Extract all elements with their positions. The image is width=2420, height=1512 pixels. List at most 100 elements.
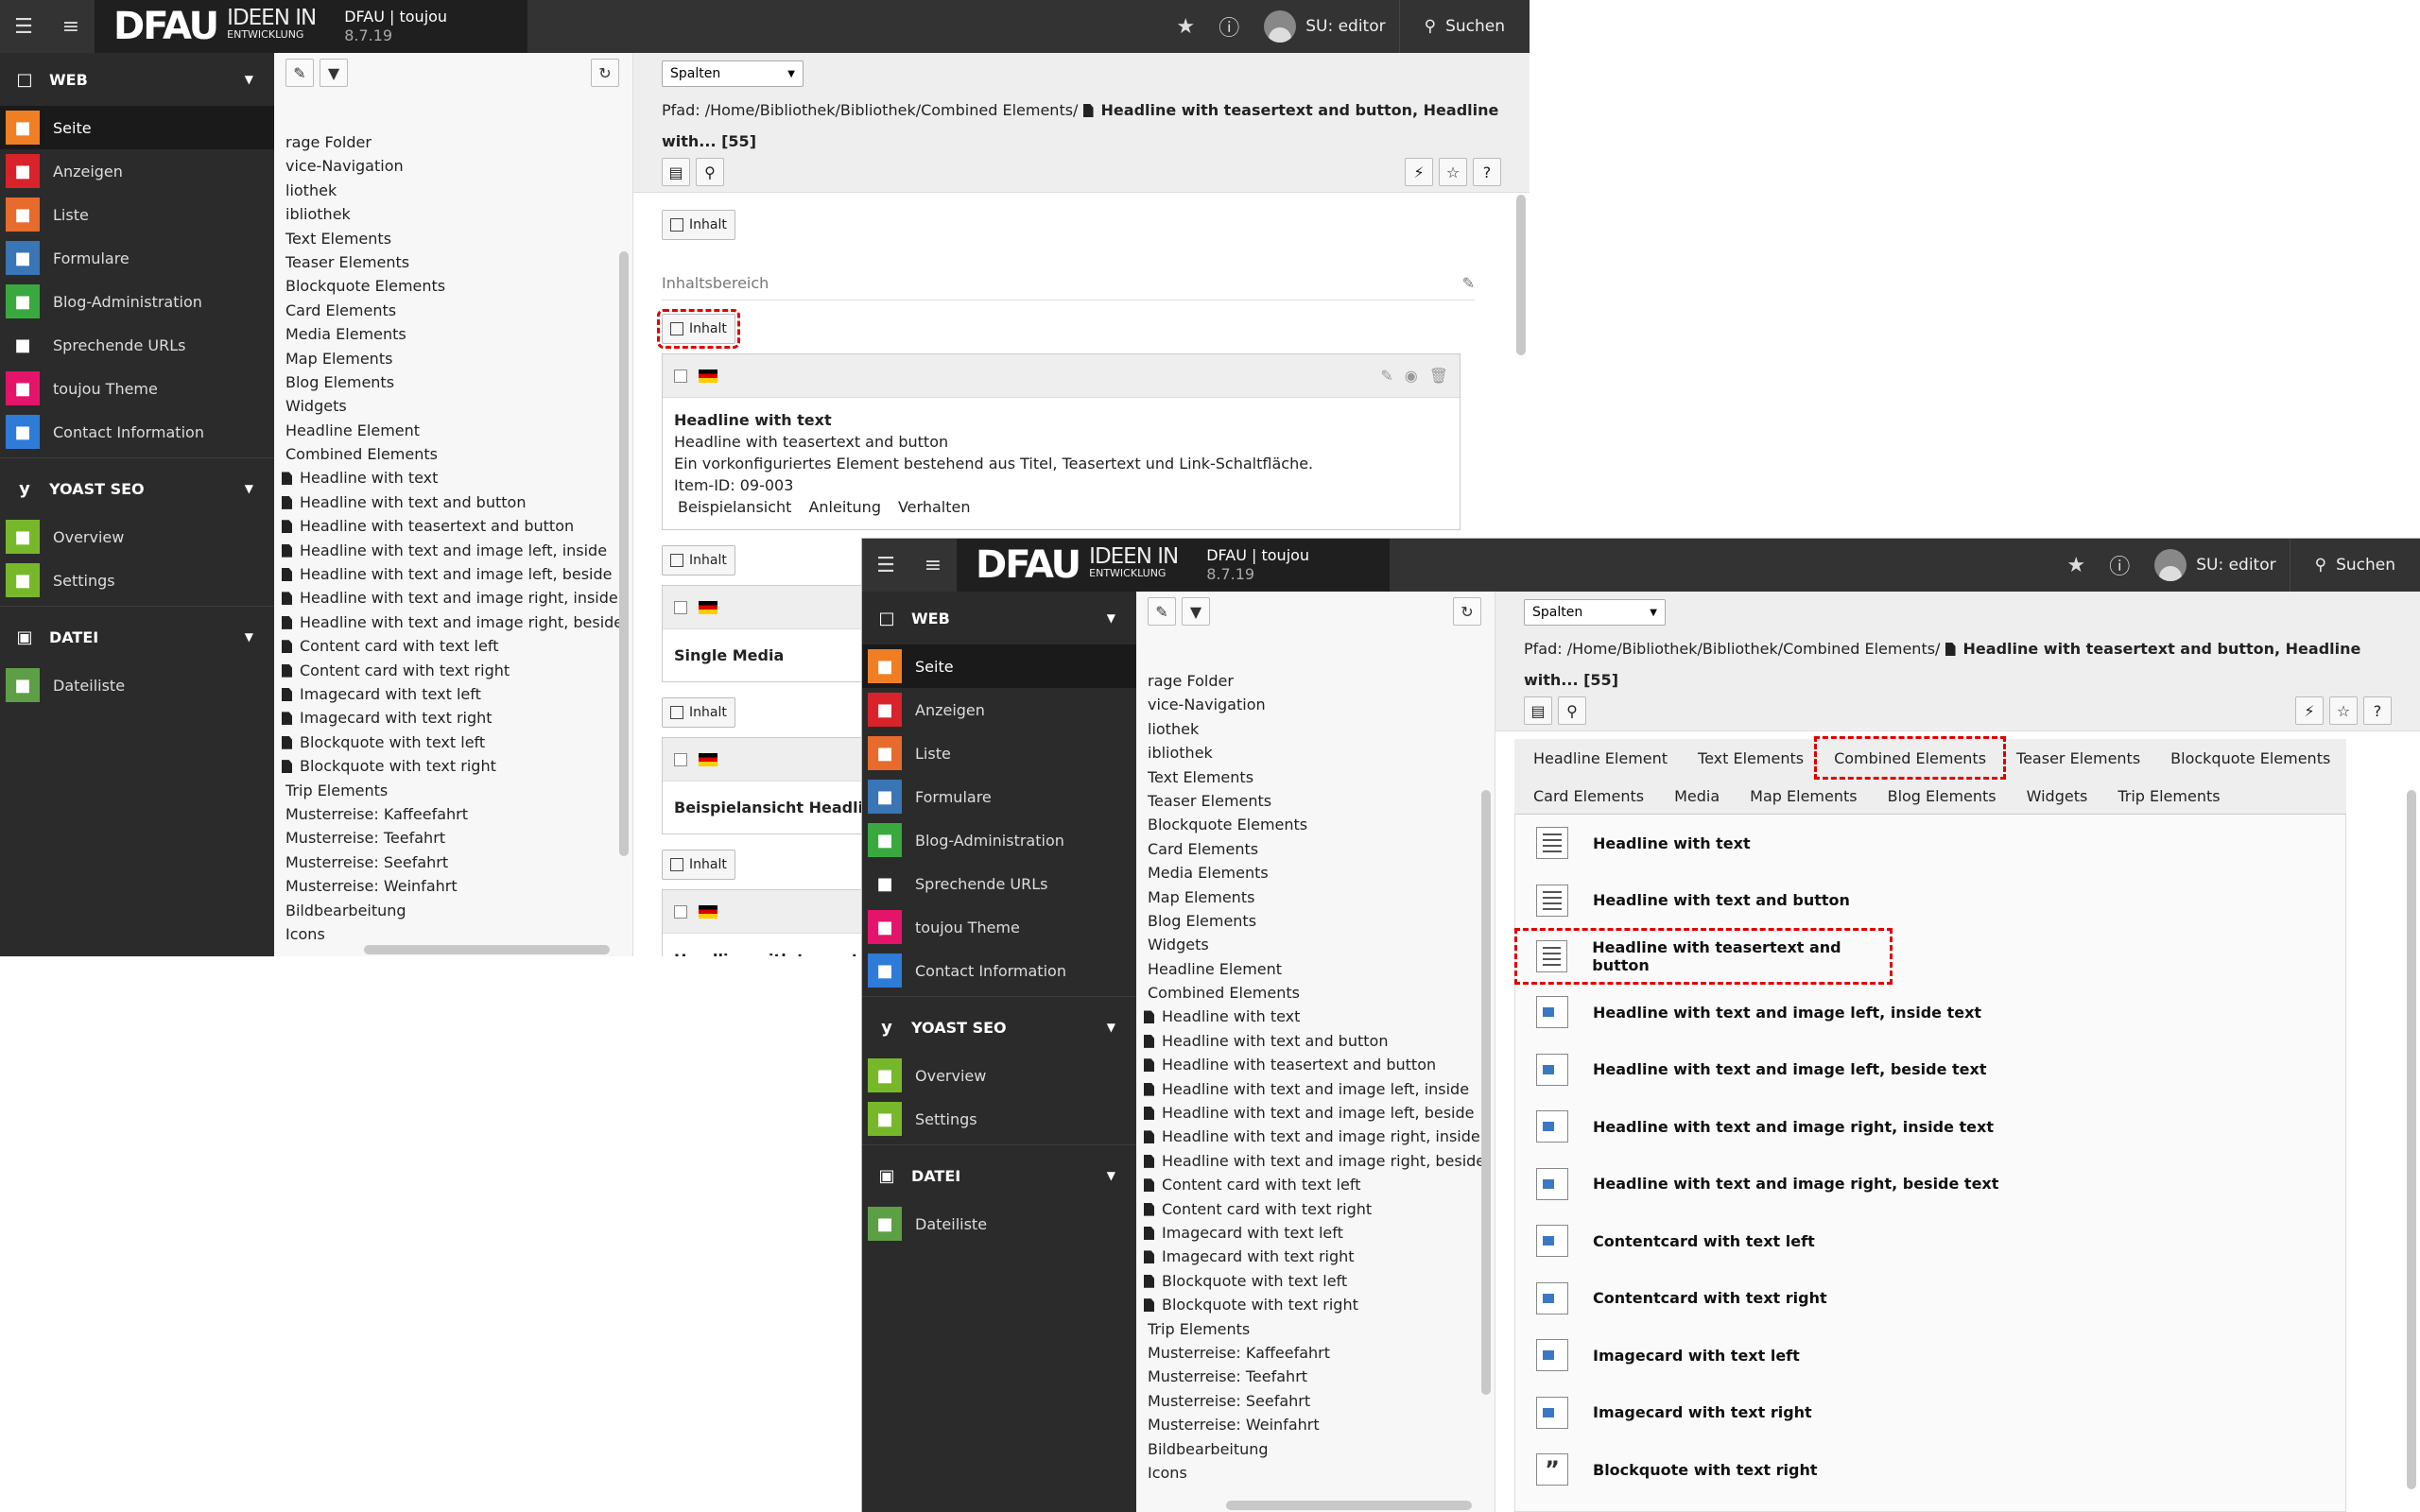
tree-item[interactable]: Headline with text and image left, insid… <box>274 539 632 562</box>
module-item[interactable]: ■ Contact Information <box>0 410 274 454</box>
tree-item[interactable]: Widgets <box>1136 933 1495 956</box>
wizard-item[interactable]: Headline with text and button <box>1515 872 2345 930</box>
tree-item[interactable]: Headline with text and image left, insid… <box>1136 1077 1495 1101</box>
tree-item[interactable]: Trip Elements <box>1136 1317 1495 1341</box>
tree-item[interactable]: Headline with text and image left, besid… <box>274 562 632 586</box>
tree-item[interactable]: Musterreise: Weinfahrt <box>1136 1413 1495 1436</box>
filter-icon[interactable]: ▼ <box>1182 597 1210 626</box>
wizard-item[interactable]: Contentcard with text right <box>1515 1270 2345 1328</box>
tree-item[interactable]: Headline with text <box>274 466 632 490</box>
tree-item[interactable]: Content card with text left <box>1136 1173 1495 1196</box>
tree-item[interactable]: Musterreise: Seefahrt <box>274 850 632 874</box>
module-item[interactable]: ■ Blog-Administration <box>0 280 274 323</box>
tree-item[interactable]: Blockquote with text right <box>274 754 632 778</box>
add-content-button[interactable]: Inhalt <box>662 697 735 728</box>
user-menu[interactable]: SU: editor <box>2141 549 2289 581</box>
content-scrollbar[interactable] <box>1516 195 1526 355</box>
tree-item[interactable]: Headline with teasertext and button <box>1136 1053 1495 1076</box>
wizard-item[interactable]: Headline with text and image right, insi… <box>1515 1098 2345 1156</box>
bookmark-star-icon[interactable]: ☆ <box>1439 158 1467 186</box>
tree-item[interactable]: Icons <box>1136 1461 1495 1485</box>
module-item[interactable]: ■ Sprechende URLs <box>862 862 1136 905</box>
module-item[interactable]: ■ Seite <box>0 106 274 149</box>
tree-item[interactable]: Headline with text and image left, besid… <box>1136 1101 1495 1125</box>
tree-item[interactable]: vice-Navigation <box>274 154 632 178</box>
tree-item[interactable]: liothek <box>1136 717 1495 741</box>
tree-hscrollbar[interactable] <box>1226 1501 1472 1510</box>
list-icon[interactable]: ≡ <box>909 539 957 592</box>
tree-scrollbar[interactable] <box>1481 790 1491 1395</box>
wizard-tab[interactable]: Card Elements <box>1518 779 1659 813</box>
module-item[interactable]: ■ Formulare <box>0 236 274 280</box>
star-icon[interactable]: ★ <box>1164 15 1207 39</box>
refresh-icon[interactable]: ↻ <box>591 59 619 87</box>
tree-item[interactable]: Blockquote Elements <box>1136 813 1495 836</box>
wizard-item[interactable]: Headline with text and image left, besid… <box>1515 1041 2345 1099</box>
tree-item[interactable]: ibliothek <box>1136 741 1495 765</box>
wizard-item[interactable]: ” Blockquote with text right <box>1515 1441 2345 1499</box>
tree-item[interactable]: Musterreise: Teefahrt <box>274 826 632 850</box>
wizard-item[interactable]: Imagecard with text left <box>1515 1327 2345 1384</box>
wizard-tab[interactable]: Headline Element <box>1518 741 1683 775</box>
add-content-button-highlighted[interactable]: Inhalt <box>657 309 740 349</box>
search-icon[interactable]: ⚲ <box>1558 696 1586 725</box>
bookmark-star-icon[interactable]: ☆ <box>2329 696 2358 725</box>
module-group-2[interactable]: ▣ DATEI ▼ <box>0 610 274 663</box>
tree-item[interactable]: Headline Element <box>274 419 632 442</box>
help-icon[interactable]: ⓘ <box>2098 550 2141 580</box>
wizard-tab[interactable]: Trip Elements <box>2102 779 2235 813</box>
search-icon[interactable]: ⚲ <box>696 158 724 186</box>
tree-item[interactable]: Headline Element <box>1136 957 1495 981</box>
tree-item[interactable]: Text Elements <box>1136 765 1495 789</box>
wizard-tab[interactable]: Map Elements <box>1735 779 1872 813</box>
search-button[interactable]: ⚲ Suchen <box>2289 539 2420 592</box>
menu-icon[interactable]: ☰ <box>862 539 909 592</box>
tree-item[interactable]: Musterreise: Seefahrt <box>1136 1389 1495 1413</box>
tree-item[interactable]: Content card with text right <box>274 659 632 682</box>
module-item[interactable]: ■ toujou Theme <box>862 905 1136 949</box>
add-content-button[interactable]: Inhalt <box>662 545 735 576</box>
tree-item[interactable]: Imagecard with text left <box>1136 1221 1495 1245</box>
wizard-tab[interactable]: Media <box>1659 779 1735 813</box>
module-item[interactable]: ■ toujou Theme <box>0 367 274 410</box>
add-content-button[interactable]: Inhalt <box>662 850 735 880</box>
module-group-1[interactable]: y YOAST SEO ▼ <box>0 462 274 515</box>
tree-item[interactable]: Teaser Elements <box>274 250 632 274</box>
add-content-button[interactable]: Inhalt <box>662 210 735 240</box>
content-element[interactable]: ✎ ◉ 🗑 Headline with text Headline with tease… <box>662 353 1461 530</box>
wizard-tab[interactable]: Blog Elements <box>1873 779 2012 813</box>
help-icon[interactable]: ⓘ <box>1207 11 1251 42</box>
tree-item[interactable]: Combined Elements <box>1136 981 1495 1005</box>
wizard-tab[interactable]: Combined Elements <box>1814 736 2007 780</box>
user-menu[interactable]: SU: editor <box>1251 10 1398 43</box>
tree-item[interactable]: Blockquote Elements <box>274 274 632 298</box>
tree-item[interactable]: Headline with text and button <box>274 490 632 514</box>
toggle-icon[interactable]: ◉ <box>1405 367 1418 385</box>
edit-column-icon[interactable]: ✎ <box>1462 274 1475 292</box>
tree-item[interactable]: Imagecard with text right <box>274 706 632 730</box>
delete-icon[interactable]: 🗑 <box>1429 367 1448 385</box>
help-button[interactable]: ? <box>1473 158 1501 186</box>
tree-item[interactable]: Headline with text and image right, besi… <box>274 610 632 634</box>
module-group-1[interactable]: y YOAST SEO ▼ <box>862 1001 1136 1054</box>
tree-item[interactable]: Media Elements <box>1136 861 1495 885</box>
content-scrollbar[interactable] <box>2407 790 2416 1489</box>
tree-item[interactable]: Headline with text and image right, insi… <box>274 586 632 610</box>
select-checkbox[interactable] <box>674 600 687 614</box>
module-item[interactable]: ■ Settings <box>0 558 274 602</box>
module-item[interactable]: ■ Settings <box>862 1097 1136 1141</box>
tree-item[interactable]: Musterreise: Kaffeefahrt <box>274 802 632 826</box>
wizard-tab[interactable]: Text Elements <box>1683 741 1819 775</box>
module-item[interactable]: ■ Sprechende URLs <box>0 323 274 367</box>
edit-icon[interactable]: ✎ <box>1380 367 1392 385</box>
link-anleitung[interactable]: Anleitung <box>808 498 881 516</box>
tree-item[interactable]: Map Elements <box>274 347 632 370</box>
wizard-item[interactable]: Headline with text and image right, besi… <box>1515 1156 2345 1213</box>
tree-hscrollbar[interactable] <box>364 945 610 954</box>
module-item[interactable]: ■ Liste <box>862 731 1136 775</box>
module-item[interactable]: ■ Dateiliste <box>0 663 274 707</box>
tree-item[interactable]: Headline with teasertext and button <box>274 514 632 538</box>
tree-item[interactable]: Blockquote with text left <box>274 730 632 754</box>
module-item[interactable]: ■ Formulare <box>862 775 1136 818</box>
tree-scrollbar[interactable] <box>619 251 629 856</box>
